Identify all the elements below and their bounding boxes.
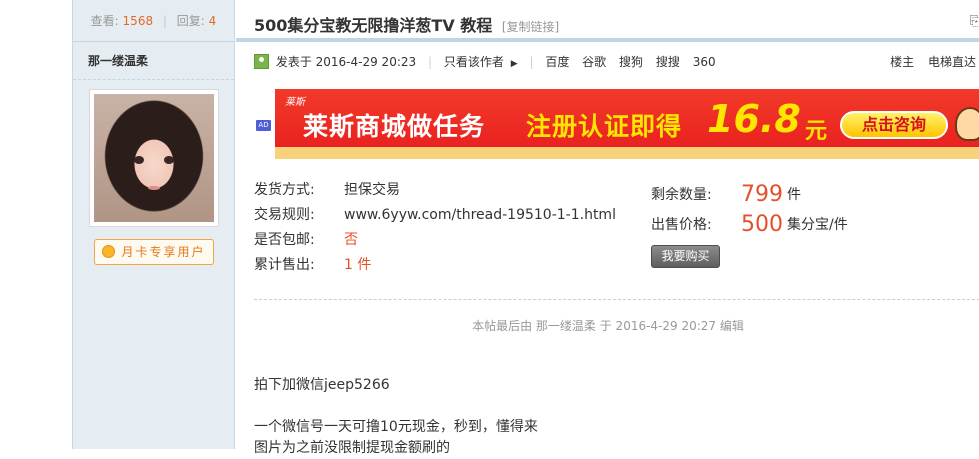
price-value: 500	[741, 212, 783, 237]
avatar-eye-right	[164, 156, 174, 164]
author-only-link[interactable]: 只看该作者	[444, 55, 504, 69]
avatar[interactable]	[89, 89, 219, 227]
views-label: 查看:	[90, 14, 119, 28]
floor-controls: 楼主 电梯直达	[880, 52, 976, 72]
coin-icon	[102, 245, 116, 258]
trade-key: 交易规则:	[254, 207, 315, 223]
post-frame: 查看: 1568 | 回复: 4 那一缕温柔 月卡专享用户 500集分宝教无限撸…	[72, 0, 979, 456]
ad-tag: AD	[256, 120, 271, 131]
remaining-label: 剩余数量:	[651, 187, 712, 203]
meta-divider: |	[427, 55, 433, 69]
ad-decor-strip	[275, 147, 979, 159]
vip-badge[interactable]: 月卡专享用户	[94, 239, 214, 265]
ad-slogan-main: 莱斯商城做任务	[303, 112, 486, 141]
trade-key: 是否包邮:	[254, 232, 315, 248]
online-status-icon	[254, 54, 269, 69]
trade-key: 累计售出:	[254, 257, 315, 273]
search-link-360[interactable]: 360	[693, 55, 716, 69]
remaining-line: 剩余数量: 799 件	[651, 180, 848, 210]
avatar-image	[94, 94, 214, 222]
stats-divider: |	[162, 14, 167, 28]
post-body: 拍下加微信jeep5266 一个微信号一天可撸10元现金，秒到，懂得来 图片为之…	[254, 375, 538, 459]
ad-cta-button[interactable]: 点击咨询	[840, 111, 948, 139]
trade-summary: 剩余数量: 799 件 出售价格: 500 集分宝/件	[651, 180, 848, 240]
post-meta: 发表于 2016-4-29 20:23 | 只看该作者 ▶ | 百度 谷歌 搜狗…	[254, 52, 979, 72]
replies-count: 4	[208, 14, 217, 28]
elevator-link[interactable]: 电梯直达	[928, 55, 976, 69]
ad-brand: 莱斯	[285, 97, 305, 108]
ad-banner[interactable]: 莱斯 莱斯商城做任务 注册认证即得 16.8 元 点击咨询	[275, 89, 979, 159]
copy-link[interactable]: [复制链接]	[502, 20, 559, 34]
search-link-sogou[interactable]: 搜狗	[619, 55, 643, 69]
posted-time: 发表于 2016-4-29 20:23	[275, 55, 417, 69]
author-name[interactable]: 那一缕温柔	[73, 42, 234, 80]
post-main: 500集分宝教无限撸洋葱TV 教程 [复制链接] ⎘ 发表于 2016-4-29…	[236, 0, 979, 456]
meta-divider: |	[529, 55, 534, 69]
vip-badge-label: 月卡专享用户	[121, 245, 206, 259]
title-row: 500集分宝教无限撸洋葱TV 教程 [复制链接] ⎘	[236, 0, 979, 42]
trade-key: 发货方式:	[254, 182, 315, 198]
remaining-unit: 件	[787, 187, 801, 203]
trade-info: 发货方式: 担保交易 交易规则: www.6yyw.com/thread-195…	[254, 178, 616, 278]
search-link-soso[interactable]: 搜搜	[656, 55, 680, 69]
price-label: 出售价格:	[651, 217, 712, 233]
trade-value: 否	[344, 232, 358, 248]
avatar-lips	[148, 186, 160, 190]
remaining-count: 799	[741, 182, 783, 207]
trade-value: 1 件	[344, 257, 372, 273]
views-count: 1568	[122, 14, 154, 28]
buy-button[interactable]: 我要购买	[651, 245, 720, 268]
mascot-icon	[955, 107, 979, 141]
post-stats: 查看: 1568 | 回复: 4	[73, 0, 234, 42]
post-title-text: 500集分宝教无限撸洋葱TV 教程	[254, 16, 493, 35]
price-line: 出售价格: 500 集分宝/件	[651, 210, 848, 240]
author-sidebar: 查看: 1568 | 回复: 4 那一缕温柔 月卡专享用户	[73, 0, 235, 449]
floor-label: 楼主	[890, 55, 915, 69]
divider	[254, 299, 979, 300]
body-line: 拍下加微信jeep5266	[254, 377, 390, 393]
avatar-eye-left	[134, 156, 144, 164]
body-line: 一个微信号一天可撸10元现金，秒到，懂得来	[254, 419, 538, 435]
trade-row: 累计售出: 1 件	[254, 253, 616, 278]
trade-row: 交易规则: www.6yyw.com/thread-19510-1-1.html	[254, 203, 616, 228]
trade-row: 是否包邮: 否	[254, 228, 616, 253]
trade-value: 担保交易	[344, 182, 400, 198]
trade-rule-link[interactable]: www.6yyw.com/thread-19510-1-1.html	[344, 203, 616, 228]
search-link-google[interactable]: 谷歌	[582, 55, 606, 69]
ad-amount: 16.8	[707, 97, 801, 141]
search-link-baidu[interactable]: 百度	[545, 55, 569, 69]
price-unit: 集分宝/件	[787, 217, 848, 233]
post-title: 500集分宝教无限撸洋葱TV 教程 [复制链接]	[254, 12, 559, 36]
share-icon[interactable]: ⎘	[970, 14, 979, 29]
ad-slogan-highlight: 注册认证即得	[526, 112, 683, 141]
caret-right-icon[interactable]: ▶	[511, 59, 518, 69]
ad-unit: 元	[805, 119, 828, 144]
edit-note: 本帖最后由 那一缕温柔 于 2016-4-29 20:27 编辑	[472, 319, 744, 333]
trade-row: 发货方式: 担保交易	[254, 178, 616, 203]
replies-label: 回复:	[176, 14, 205, 28]
